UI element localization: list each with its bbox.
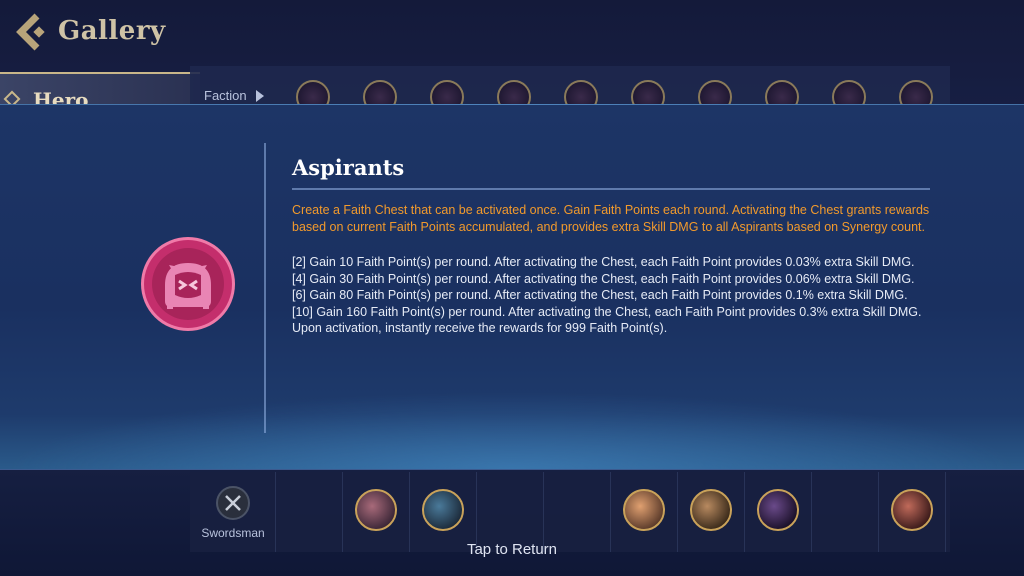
- hero-cell: [544, 472, 611, 552]
- hero-cell[interactable]: [745, 472, 812, 552]
- synergy-title: Aspirants: [292, 155, 405, 180]
- chevron-left-icon: [16, 13, 45, 51]
- synergy-detail-panel: Aspirants Create a Faith Chest that can …: [0, 104, 1024, 470]
- synergy-description: Create a Faith Chest that can be activat…: [292, 203, 930, 234]
- tap-to-return-hint[interactable]: Tap to Return: [0, 541, 1024, 558]
- hero-cell[interactable]: [343, 472, 410, 552]
- back-button[interactable]: [10, 10, 50, 54]
- synergy-tier: [6] Gain 80 Faith Point(s) per round. Af…: [292, 288, 908, 302]
- synergy-tier: [4] Gain 30 Faith Point(s) per round. Af…: [292, 271, 915, 286]
- faction-label: Faction: [204, 88, 247, 103]
- hero-avatar: [623, 489, 665, 531]
- aspirants-emblem-icon: [141, 237, 235, 331]
- hero-cell[interactable]: [410, 472, 477, 552]
- hero-avatar: [757, 489, 799, 531]
- title-divider: [292, 188, 930, 190]
- hero-avatar: [422, 489, 464, 531]
- synergy-tier-list: [2] Gain 10 Faith Point(s) per round. Af…: [292, 254, 937, 337]
- crossed-swords-icon: [216, 486, 250, 520]
- hero-cell: [276, 472, 343, 552]
- hero-cell[interactable]: [879, 472, 946, 552]
- hero-avatar: [891, 489, 933, 531]
- synergy-tier: [2] Gain 10 Faith Point(s) per round. Af…: [292, 255, 915, 269]
- vertical-divider: [264, 143, 266, 433]
- hero-avatar: [355, 489, 397, 531]
- hero-avatar: [690, 489, 732, 531]
- page-title: Gallery: [58, 16, 166, 46]
- hero-cell[interactable]: [678, 472, 745, 552]
- synergy-tier: [10] Gain 160 Faith Point(s) per round. …: [292, 304, 922, 336]
- play-arrow-icon: [256, 90, 264, 102]
- hero-cell: [812, 472, 879, 552]
- hero-cell[interactable]: [611, 472, 678, 552]
- hero-cell: [477, 472, 544, 552]
- hero-grid: Swordsman: [190, 472, 950, 552]
- role-cell-swordsman[interactable]: Swordsman: [190, 472, 276, 552]
- role-label: Swordsman: [201, 526, 265, 540]
- synergy-content: Aspirants Create a Faith Chest that can …: [292, 155, 937, 337]
